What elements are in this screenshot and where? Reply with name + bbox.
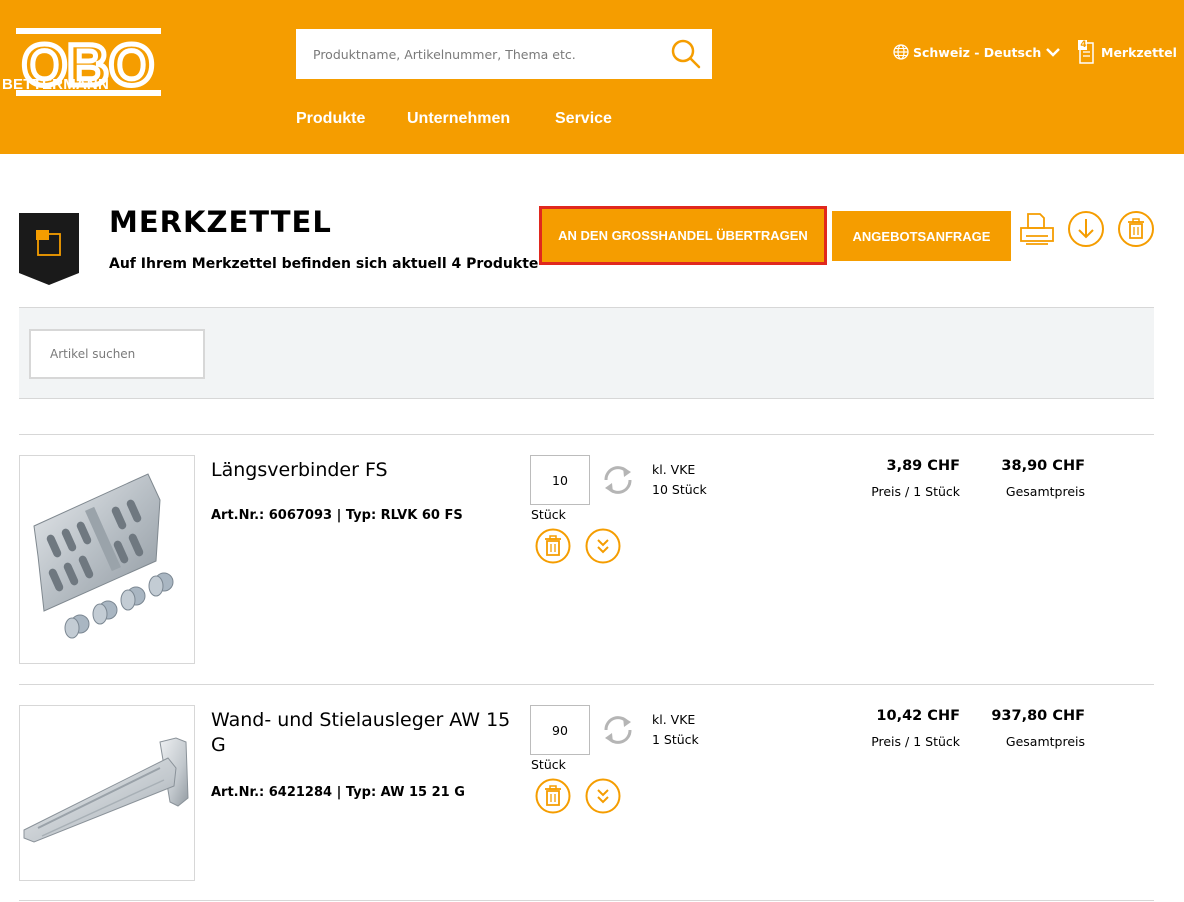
filter-bar [19,307,1154,399]
quantity-unit: Stück [531,757,566,772]
article-search-input[interactable] [29,329,205,379]
unit-price: 3,89 CHF [886,458,960,474]
connector-plate-image [33,473,174,639]
unit-price: 10,42 CHF [876,708,960,724]
print-icon[interactable] [1018,210,1056,248]
total-price-label: Gesamtpreis [1005,734,1085,749]
vke-value: 10 Stück [652,482,707,497]
delete-item-icon[interactable] [535,778,571,814]
language-selector[interactable]: Schweiz - Deutsch [893,44,1061,60]
globe-icon [893,44,909,60]
min-order-unit: kl. VKE 10 Stück [652,460,707,500]
trash-icon[interactable] [1117,210,1155,248]
language-label: Schweiz - Deutsch [913,44,1042,60]
wall-bracket-image [23,737,189,843]
nav-item-produkte[interactable]: Produkte [296,110,365,128]
vke-value: 1 Stück [652,732,699,747]
chevron-down-icon [1046,48,1061,57]
logo-wordmark: BETTERMANN [2,76,109,93]
page-title: MERKZETTEL [109,205,332,239]
product-article-number: Art.Nr.: 6067093 | Typ: RLVK 60 FS [211,508,463,523]
merkzettel-label: Merkzettel [1101,44,1177,60]
total-price-label: Gesamtpreis [1005,484,1085,499]
quantity-unit: Stück [531,507,566,522]
nav-item-unternehmen[interactable]: Unternehmen [407,110,510,128]
product-name[interactable]: Längsverbinder FS [211,458,521,483]
vke-label: kl. VKE [652,712,696,727]
unit-price-label: Preis / 1 Stück [871,734,960,749]
obo-logo[interactable]: OBO [16,28,161,120]
divider [19,900,1154,901]
site-header: OBO BETTERMANN Produkte Unternehmen Serv… [0,0,1184,154]
product-image[interactable] [19,705,195,881]
quantity-input[interactable] [530,705,590,755]
transfer-to-wholesaler-button[interactable]: AN DEN GROSSHANDEL ÜBERTRAGEN [539,206,827,265]
total-price: 38,90 CHF [1001,458,1085,474]
page-subtitle: Auf Ihrem Merkzettel befinden sich aktue… [109,256,539,272]
quantity-input[interactable] [530,455,590,505]
refresh-icon[interactable] [600,462,636,498]
nav-item-service[interactable]: Service [555,110,612,128]
total-price: 937,80 CHF [991,708,1085,724]
merkzettel-badge-icon [19,213,79,285]
unit-price-label: Preis / 1 Stück [871,484,960,499]
expand-details-icon[interactable] [585,528,621,564]
merkzettel-link[interactable]: Merkzettel [1077,40,1177,64]
refresh-icon[interactable] [600,712,636,748]
product-image[interactable] [19,455,195,664]
expand-details-icon[interactable] [585,778,621,814]
search-icon[interactable] [670,38,702,70]
divider [19,684,1154,685]
site-search [296,29,712,79]
site-search-input[interactable] [296,29,656,79]
vke-label: kl. VKE [652,462,696,477]
min-order-unit: kl. VKE 1 Stück [652,710,699,750]
download-icon[interactable] [1067,210,1105,248]
merkzettel-count-badge: 4 [1080,40,1087,50]
product-article-number: Art.Nr.: 6421284 | Typ: AW 15 21 G [211,785,465,800]
product-name[interactable]: Wand- und Stielausleger AW 15 G [211,708,521,758]
divider [19,434,1154,435]
delete-item-icon[interactable] [535,528,571,564]
quote-request-button[interactable]: ANGEBOTSANFRAGE [832,211,1011,261]
